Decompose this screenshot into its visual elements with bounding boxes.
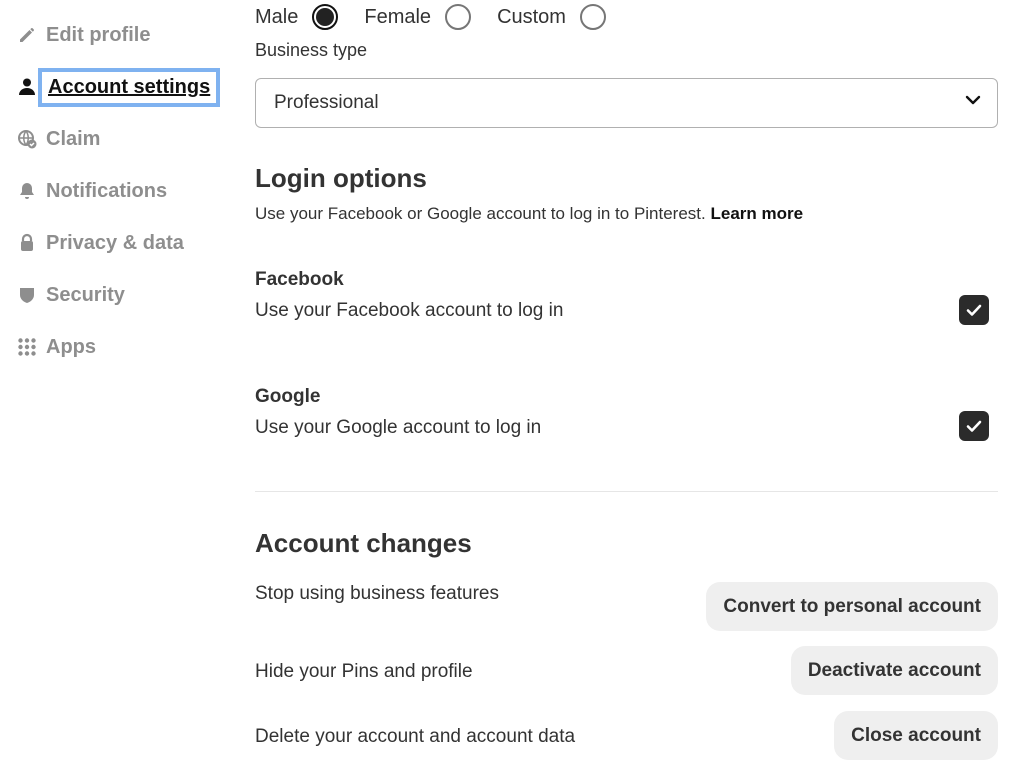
business-type-value: Professional	[274, 92, 379, 113]
gender-option-female[interactable]: Female	[364, 4, 472, 30]
sidebar-item-label: Notifications	[46, 179, 168, 202]
gender-radio-group: Male Female Custom	[255, 0, 632, 34]
sidebar-item-label: Privacy & data	[46, 231, 184, 254]
deactivate-account-button[interactable]: Deactivate account	[790, 646, 998, 695]
sidebar-item-notifications[interactable]: Notifications	[16, 171, 167, 211]
sidebar-item-claim[interactable]: Claim	[16, 119, 100, 159]
grid-icon	[16, 336, 38, 358]
sidebar-item-account-settings[interactable]: Account settings	[16, 67, 221, 107]
chevron-down-icon	[965, 92, 981, 114]
deactivate-row-text: Hide your Pins and profile	[255, 661, 473, 682]
radio-custom[interactable]	[579, 4, 606, 30]
sidebar-item-label: Apps	[46, 335, 96, 358]
google-title: Google	[255, 386, 321, 407]
facebook-description: Use your Facebook account to log in	[255, 300, 564, 321]
sidebar-item-security[interactable]: Security	[16, 275, 125, 315]
convert-to-personal-button[interactable]: Convert to personal account	[706, 582, 998, 631]
sidebar-item-apps[interactable]: Apps	[16, 327, 96, 367]
login-options-description-text: Use your Facebook or Google account to l…	[255, 204, 706, 223]
account-changes-heading: Account changes	[255, 528, 472, 558]
section-divider	[255, 491, 998, 492]
radio-label: Male	[255, 5, 299, 28]
google-description: Use your Google account to log in	[255, 417, 542, 438]
radio-label: Custom	[497, 5, 566, 28]
sidebar-item-label: Account settings	[37, 67, 221, 107]
globe-check-icon	[16, 128, 38, 150]
sidebar-item-edit-profile[interactable]: Edit profile	[16, 15, 150, 55]
bell-icon	[16, 180, 38, 202]
person-icon	[16, 76, 38, 98]
radio-label: Female	[364, 5, 432, 28]
checkmark-icon	[966, 304, 982, 316]
shield-icon	[16, 284, 38, 306]
lock-icon	[16, 232, 38, 254]
convert-row-text: Stop using business features	[255, 583, 499, 604]
sidebar-item-label: Claim	[46, 127, 101, 150]
gender-option-male[interactable]: Male	[255, 4, 339, 30]
facebook-login-checkbox[interactable]	[959, 295, 989, 325]
sidebar-item-label: Security	[46, 283, 125, 306]
pencil-icon	[16, 24, 38, 46]
radio-male[interactable]	[312, 4, 339, 30]
sidebar-item-label: Edit profile	[46, 23, 151, 46]
sidebar-item-privacy-data[interactable]: Privacy & data	[16, 223, 184, 263]
login-options-heading: Login options	[255, 163, 427, 193]
google-login-checkbox[interactable]	[959, 411, 989, 441]
close-account-button[interactable]: Close account	[834, 711, 998, 760]
checkmark-icon	[966, 420, 982, 432]
business-type-select[interactable]: Professional	[255, 78, 998, 128]
business-type-label: Business type	[255, 40, 368, 60]
radio-female[interactable]	[445, 4, 472, 30]
gender-option-custom[interactable]: Custom	[497, 4, 606, 30]
close-row-text: Delete your account and account data	[255, 726, 576, 747]
facebook-title: Facebook	[255, 269, 344, 290]
login-options-description: Use your Facebook or Google account to l…	[255, 204, 803, 224]
learn-more-link[interactable]: Learn more	[710, 204, 803, 223]
